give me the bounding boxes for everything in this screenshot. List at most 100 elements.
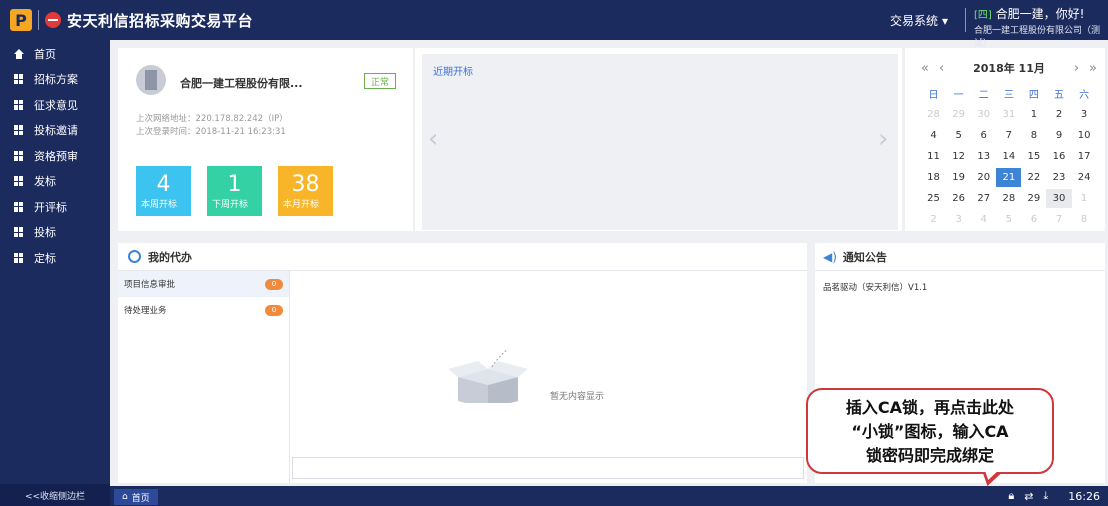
list-item[interactable]: 待处理业务 0 bbox=[118, 297, 289, 323]
calendar-day[interactable]: 13 bbox=[971, 147, 996, 166]
calendar-day[interactable]: 10 bbox=[1072, 126, 1097, 145]
calendar-day[interactable]: 1 bbox=[1072, 189, 1097, 208]
sidebar-item-issue[interactable]: 发标 bbox=[0, 169, 110, 195]
calendar-day[interactable]: 18 bbox=[921, 168, 946, 187]
download-icon[interactable]: ⤓ bbox=[1043, 489, 1048, 503]
empty-message: 暂无内容显示 bbox=[550, 392, 605, 402]
grid-icon bbox=[14, 150, 24, 161]
calendar-day[interactable]: 6 bbox=[971, 126, 996, 145]
calendar-day[interactable]: 25 bbox=[921, 189, 946, 208]
chevron-left-icon[interactable]: ‹ bbox=[428, 125, 442, 153]
grid-icon bbox=[14, 74, 24, 85]
calendar-day[interactable]: 20 bbox=[971, 168, 996, 187]
tab-home[interactable]: ⌂ 首页 bbox=[114, 489, 158, 505]
calendar-day[interactable]: 1 bbox=[1021, 105, 1046, 124]
calendar-day[interactable]: 4 bbox=[971, 210, 996, 229]
todo-list: 项目信息审批 0 待处理业务 0 bbox=[118, 271, 290, 483]
calendar-day[interactable]: 30 bbox=[1046, 189, 1072, 208]
calendar-day[interactable]: 5 bbox=[996, 210, 1021, 229]
chevron-right-icon[interactable]: › bbox=[878, 125, 892, 153]
calendar-day[interactable]: 28 bbox=[996, 189, 1021, 208]
home-icon bbox=[14, 48, 24, 59]
brand-emblem-icon bbox=[45, 12, 61, 28]
last-ip: 上次网络地址：220.178.82.242（IP） bbox=[136, 114, 288, 124]
sidebar-item-prequal[interactable]: 资格预审 bbox=[0, 143, 110, 169]
calendar-day[interactable]: 21 bbox=[996, 168, 1022, 187]
calendar-day[interactable]: 2 bbox=[1046, 105, 1071, 124]
todo-panel: 我的代办 项目信息审批 0 待处理业务 0 暂无内容显示 bbox=[118, 243, 807, 483]
notice-item[interactable]: 品茗驱动（安天利信）V1.1 bbox=[823, 281, 927, 293]
calendar-title: 2018年 11月 bbox=[973, 62, 1045, 75]
logo-divider bbox=[38, 10, 39, 30]
collapse-sidebar-button[interactable]: <<收缩侧边栏 bbox=[0, 484, 110, 506]
tile-this-week[interactable]: 4 本周开标 bbox=[136, 166, 191, 216]
logo-icon: P bbox=[10, 9, 32, 31]
calendar-day[interactable]: 24 bbox=[1072, 168, 1097, 187]
calendar-day[interactable]: 14 bbox=[996, 147, 1021, 166]
top-bar: P 安天利信招标采购交易平台 交易系统 ▾ [四] 合肥一建，你好! 合肥一建工… bbox=[0, 0, 1108, 49]
org-name: 合肥一建工程股份有限公司（测试） bbox=[974, 26, 1101, 49]
home-icon: ⌂ bbox=[122, 492, 128, 502]
calendar-day[interactable]: 3 bbox=[1072, 105, 1097, 124]
lock-icon[interactable]: 🔒︎ bbox=[1008, 489, 1014, 503]
calendar-day[interactable]: 8 bbox=[1021, 126, 1046, 145]
prev-month-icon[interactable]: ‹ bbox=[939, 61, 944, 76]
sidebar-item-bid[interactable]: 投标 bbox=[0, 220, 110, 246]
sidebar: 首页 招标方案 征求意见 投标邀请 资格预审 发标 开评标 投标 定标 <<收缩… bbox=[0, 40, 110, 506]
tile-next-week[interactable]: 1 下周开标 bbox=[207, 166, 262, 216]
next-year-icon[interactable]: » bbox=[1089, 61, 1097, 76]
sidebar-item-label: 首页 bbox=[34, 47, 56, 61]
calendar-day[interactable]: 28 bbox=[921, 105, 946, 124]
list-item[interactable]: 项目信息审批 0 bbox=[118, 271, 289, 297]
calendar-day[interactable]: 6 bbox=[1021, 210, 1046, 229]
calendar-day[interactable]: 16 bbox=[1046, 147, 1071, 166]
calendar-day[interactable]: 7 bbox=[1046, 210, 1071, 229]
calendar-day[interactable]: 29 bbox=[1021, 189, 1046, 208]
calendar-day[interactable]: 26 bbox=[946, 189, 971, 208]
calendar-day[interactable]: 12 bbox=[946, 147, 971, 166]
system-menu-label: 交易系统 bbox=[890, 14, 939, 28]
carousel-title: 近期开标 bbox=[433, 67, 473, 78]
sidebar-item-label: 招标方案 bbox=[34, 73, 78, 87]
status-badge: 正常 bbox=[364, 73, 396, 89]
calendar-day[interactable]: 17 bbox=[1072, 147, 1097, 166]
weekday-header: 四 bbox=[1028, 90, 1039, 101]
sidebar-item-tender-plan[interactable]: 招标方案 bbox=[0, 67, 110, 93]
calendar-day[interactable]: 23 bbox=[1046, 168, 1071, 187]
calendar-day[interactable]: 7 bbox=[996, 126, 1021, 145]
calendar-day[interactable]: 27 bbox=[971, 189, 996, 208]
grid-icon bbox=[14, 99, 24, 110]
calendar-day[interactable]: 19 bbox=[946, 168, 971, 187]
calendar-day[interactable]: 29 bbox=[946, 105, 971, 124]
calendar-day[interactable]: 11 bbox=[921, 147, 946, 166]
calendar-day[interactable]: 4 bbox=[921, 126, 946, 145]
calendar-day[interactable]: 31 bbox=[996, 105, 1021, 124]
prev-year-icon[interactable]: « bbox=[921, 61, 929, 76]
calendar-grid: 日一二三四五六 28 29 30 31 1 2 3 4 5 6 7 8 9 10 11 12 13 14 15 16 17… bbox=[921, 84, 1097, 229]
caret-down-icon: ▾ bbox=[942, 13, 949, 28]
transfer-icon[interactable]: ⇄ bbox=[1024, 490, 1033, 503]
next-month-icon[interactable]: › bbox=[1074, 61, 1079, 76]
tile-this-month[interactable]: 38 本月开标 bbox=[278, 166, 333, 216]
sidebar-item-label: 投标 bbox=[34, 226, 56, 240]
calendar-day[interactable]: 5 bbox=[946, 126, 971, 145]
calendar-day[interactable]: 3 bbox=[946, 210, 971, 229]
user-card: 合肥一建工程股份有限... 正常 上次网络地址：220.178.82.242（I… bbox=[118, 48, 413, 231]
system-menu[interactable]: 交易系统 ▾ bbox=[890, 12, 948, 29]
todo-footer-field[interactable] bbox=[292, 457, 804, 479]
calendar-day[interactable]: 2 bbox=[921, 210, 946, 229]
sidebar-item-award[interactable]: 定标 bbox=[0, 245, 110, 271]
sidebar-item-home[interactable]: 首页 bbox=[0, 41, 110, 67]
user-greeting[interactable]: [四] 合肥一建，你好! 合肥一建工程股份有限公司（测试） bbox=[974, 5, 1108, 49]
sidebar-item-invitation[interactable]: 投标邀请 bbox=[0, 118, 110, 144]
calendar-day[interactable]: 9 bbox=[1046, 126, 1071, 145]
grid-icon bbox=[14, 176, 24, 187]
calendar-day[interactable]: 22 bbox=[1021, 168, 1046, 187]
calendar-day[interactable]: 30 bbox=[971, 105, 996, 124]
calendar-day[interactable]: 8 bbox=[1072, 210, 1097, 229]
weekday-header: 二 bbox=[978, 90, 989, 101]
sidebar-item-opinion[interactable]: 征求意见 bbox=[0, 92, 110, 118]
sidebar-item-evaluation[interactable]: 开评标 bbox=[0, 194, 110, 220]
calendar-day[interactable]: 15 bbox=[1021, 147, 1046, 166]
calendar: « ‹ 2018年 11月 › » 日一二三四五六 28 29 30 31 1 2 3 4 5 6 7… bbox=[905, 48, 1105, 231]
